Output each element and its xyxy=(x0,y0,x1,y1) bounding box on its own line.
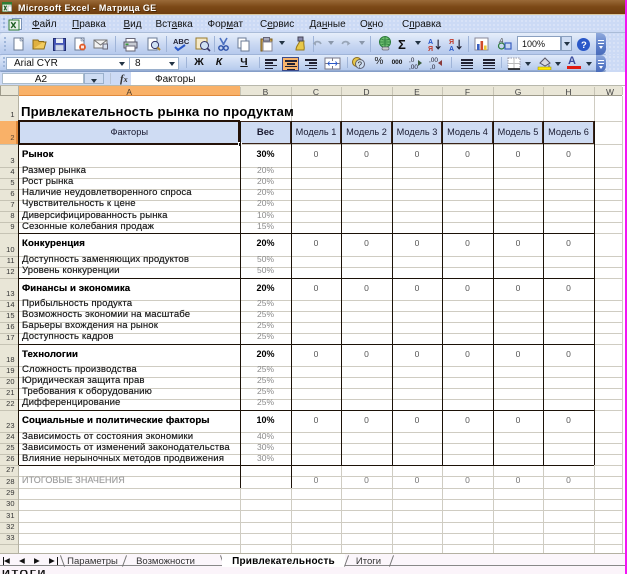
svg-text:?: ? xyxy=(581,40,587,51)
svg-text:?: ? xyxy=(358,61,363,70)
svg-text:Я: Я xyxy=(449,39,454,46)
svg-text:,00: ,00 xyxy=(429,57,438,64)
svg-text:А: А xyxy=(449,46,454,53)
svg-text:A: A xyxy=(498,38,504,45)
svg-text:Я: Я xyxy=(428,46,433,53)
svg-text:,00: ,00 xyxy=(409,64,418,71)
svg-text:А: А xyxy=(428,39,433,46)
svg-text:ABC: ABC xyxy=(173,37,189,46)
svg-text:,0: ,0 xyxy=(430,64,436,71)
svg-text:,0: ,0 xyxy=(409,57,415,64)
svg-text:Σ: Σ xyxy=(398,37,406,52)
